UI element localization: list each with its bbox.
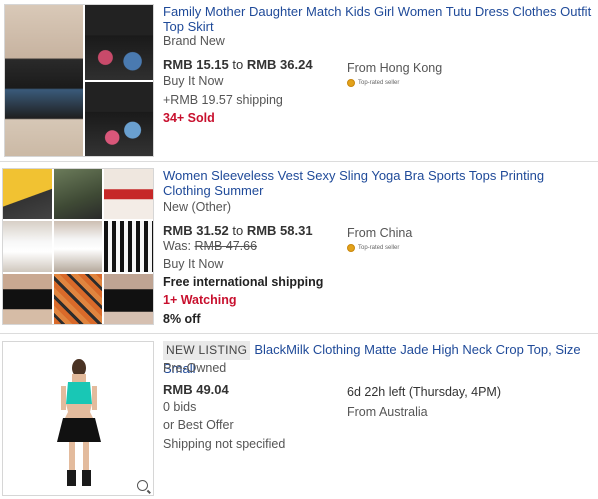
listing-2-condition: New (Other) [163, 200, 232, 214]
listing-2-format: Buy It Now [163, 257, 224, 271]
listing-2-image[interactable] [2, 168, 154, 325]
price-high: RMB 58.31 [246, 223, 313, 238]
top-photo-7 [3, 273, 52, 324]
top-rated-label: Top-rated seller [358, 245, 400, 251]
top-photo-5 [53, 221, 103, 272]
listing-2: Women Sleeveless Vest Sexy Sling Yoga Br… [0, 162, 598, 332]
listing-3-title-row: NEW LISTING BlackMilk Clothing Matte Jade… [163, 341, 593, 377]
was-label: Was: [163, 239, 192, 253]
new-listing-badge: NEW LISTING [163, 341, 251, 360]
listing-2-location: From China [347, 226, 413, 240]
ribbon-icon [347, 79, 355, 87]
listing-1-condition: Brand New [163, 34, 225, 48]
price-sep: to [232, 57, 244, 72]
listing-3-image[interactable] [2, 341, 154, 496]
price-low: RMB 31.52 [163, 223, 229, 238]
listing-1-top-rated-badge: Top-rated seller [347, 79, 399, 87]
ribbon-icon [347, 244, 355, 252]
magnifier-icon[interactable] [137, 480, 148, 491]
top-photo-4 [3, 221, 52, 272]
listing-3-best-offer: or Best Offer [163, 418, 234, 432]
dress-product-photo [85, 5, 153, 156]
listing-1-title[interactable]: Family Mother Daughter Match Kids Girl W… [163, 4, 593, 34]
top-photo-9 [104, 273, 153, 324]
listing-1-sold: 34+ Sold [163, 111, 215, 125]
listing-1-format: Buy It Now [163, 74, 224, 88]
listing-1-shipping: +RMB 19.57 shipping [163, 93, 283, 107]
listing-1-price: RMB 15.15 to RMB 36.24 [163, 57, 313, 72]
listing-3-location: From Australia [347, 405, 428, 419]
listing-3-condition: Pre-Owned [163, 361, 227, 375]
top-photo-8 [53, 273, 103, 324]
price-sep: to [232, 223, 244, 238]
mother-daughter-photo [5, 5, 83, 156]
top-photo-6 [104, 221, 153, 272]
price-high: RMB 36.24 [246, 57, 313, 72]
top-photo-2 [53, 169, 103, 220]
listing-2-was-price: Was: RMB 47.66 [163, 239, 257, 254]
listing-3-shipping: Shipping not specified [163, 437, 286, 451]
listing-2-title[interactable]: Women Sleeveless Vest Sexy Sling Yoga Br… [163, 168, 593, 198]
was-price: RMB 47.66 [194, 239, 258, 253]
listing-2-shipping: Free international shipping [163, 275, 324, 289]
listing-3-price: RMB 49.04 [163, 382, 229, 397]
listing-1: Family Mother Daughter Match Kids Girl W… [0, 0, 598, 160]
listing-3-time-left: 6d 22h left (Thursday, 4PM) [347, 385, 502, 399]
listing-3: NEW LISTING BlackMilk Clothing Matte Jade… [0, 334, 598, 499]
listing-1-location: From Hong Kong [347, 61, 443, 75]
top-rated-label: Top-rated seller [358, 80, 400, 86]
listing-2-top-rated-badge: Top-rated seller [347, 244, 399, 252]
price-low: RMB 15.15 [163, 57, 229, 72]
listing-3-bids: 0 bids [163, 400, 197, 414]
top-photo-1 [3, 169, 52, 220]
listing-2-watching: 1+ Watching [163, 293, 237, 307]
listing-2-discount: 8% off [163, 312, 201, 326]
listing-2-price: RMB 31.52 to RMB 58.31 [163, 223, 313, 238]
listing-1-image[interactable] [4, 4, 154, 157]
top-photo-3 [104, 169, 153, 220]
model-photo [57, 359, 101, 486]
